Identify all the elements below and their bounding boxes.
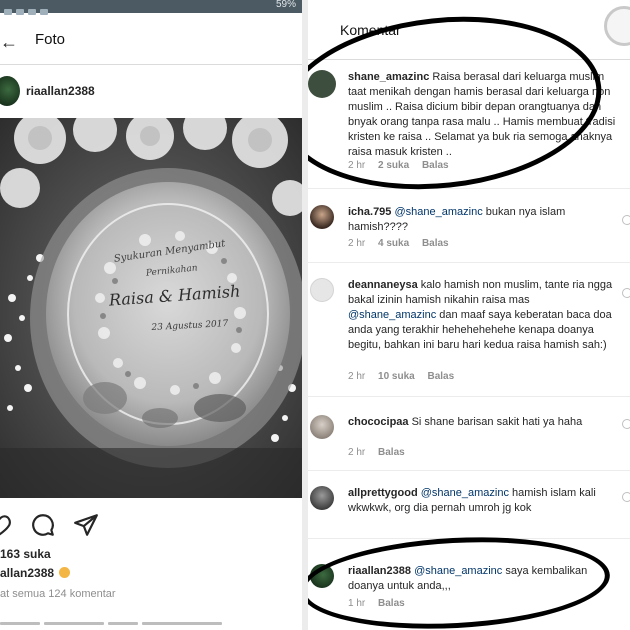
post-photo[interactable]: Syukuran Menyambut Pernikahan Raisa & Ha…	[0, 118, 302, 498]
share-icon[interactable]	[73, 512, 99, 538]
comments-header: Komentar	[308, 0, 630, 60]
reply-button[interactable]: Balas	[378, 447, 405, 458]
comment-body: Raisa berasal dari keluarga muslim taat …	[348, 71, 616, 158]
comment-meta: 2 hr 2 suka Balas	[348, 160, 459, 171]
heart-outline-icon[interactable]	[622, 419, 630, 429]
comment-likes[interactable]: 10 suka	[378, 371, 415, 382]
post-author-username[interactable]: riaallan2388	[26, 84, 95, 98]
comment-username[interactable]: riaallan2388	[348, 565, 411, 577]
status-bar: 59%	[0, 0, 302, 15]
page-title: Foto	[35, 31, 66, 48]
avatar[interactable]	[0, 76, 20, 106]
comment-item: shane_amazinc Raisa berasal dari keluarg…	[308, 70, 630, 180]
comments-screen: Komentar shane_amazinc Raisa berasal dar…	[308, 0, 630, 630]
comment-text: allprettygood @shane_amazinc hamish isla…	[348, 486, 616, 516]
reply-button[interactable]: Balas	[422, 160, 449, 171]
avatar[interactable]	[310, 564, 334, 588]
comment-time: 1 hr	[348, 598, 366, 609]
avatar[interactable]	[310, 486, 334, 510]
battery-level: 59%	[275, 0, 296, 10]
comment-separator	[308, 396, 630, 397]
comment-mention[interactable]: @shane_amazinc	[394, 206, 482, 218]
notification-icons	[4, 2, 64, 15]
comment-icon[interactable]	[30, 512, 56, 538]
comment-text: shane_amazinc Raisa berasal dari keluarg…	[348, 70, 616, 160]
heart-outline-icon[interactable]	[622, 215, 630, 225]
avatar[interactable]	[308, 70, 336, 98]
avatar[interactable]	[310, 415, 334, 439]
comment-time: 2 hr	[348, 238, 366, 249]
wedding-box-photo: Syukuran Menyambut Pernikahan Raisa & Ha…	[0, 118, 302, 498]
comment-separator	[308, 538, 630, 539]
post-screen: 59% ← Foto riaallan2388 Syukuran Menyamb…	[0, 0, 302, 630]
comment-username[interactable]: chococipaa	[348, 416, 409, 428]
comment-username[interactable]: deannaneysa	[348, 279, 418, 291]
like-count[interactable]: 163 suka	[0, 547, 51, 561]
comment-mention[interactable]: @shane_amazinc	[414, 565, 502, 577]
avatar[interactable]	[310, 278, 334, 302]
post-author-row[interactable]: riaallan2388	[0, 66, 302, 118]
comment-meta: 2 hr 10 suka Balas	[348, 371, 464, 382]
reply-button[interactable]: Balas	[378, 598, 405, 609]
view-all-comments-link[interactable]: at semua 124 komentar	[0, 588, 116, 600]
heart-outline-icon[interactable]	[622, 492, 630, 502]
reply-button[interactable]: Balas	[422, 238, 449, 249]
comment-meta: 2 hr 4 suka Balas	[348, 238, 459, 249]
comment-username[interactable]: icha.795	[348, 206, 391, 218]
comment-separator	[308, 262, 630, 263]
post-caption: allan2388	[0, 566, 71, 580]
comment-meta: 2 hr Balas	[348, 447, 415, 458]
comment-item: chococipaa Si shane barisan sakit hati y…	[308, 415, 630, 465]
comment-time: 2 hr	[348, 447, 366, 458]
comment-likes[interactable]: 2 suka	[378, 160, 409, 171]
comment-time: 2 hr	[348, 371, 366, 382]
cut-off-content	[0, 612, 302, 625]
comment-mention[interactable]: @shane_amazinc	[421, 487, 509, 499]
comment-text: icha.795 @shane_amazinc bukan nya islam …	[348, 205, 616, 235]
comment-likes[interactable]: 4 suka	[378, 238, 409, 249]
comment-text: deannaneysa kalo hamish non muslim, tant…	[348, 278, 616, 353]
comment-username[interactable]: shane_amazinc	[348, 71, 429, 83]
comment-separator	[308, 470, 630, 471]
avatar[interactable]	[310, 205, 334, 229]
comment-mention[interactable]: @shane_amazinc	[348, 309, 436, 321]
comment-item: icha.795 @shane_amazinc bukan nya islam …	[308, 205, 630, 255]
comment-time: 2 hr	[348, 160, 366, 171]
comment-body: Si shane barisan sakit hati ya haha	[411, 416, 583, 428]
post-app-bar: ← Foto	[0, 13, 302, 65]
heart-outline-icon[interactable]	[622, 288, 630, 298]
comment-separator	[308, 188, 630, 189]
comment-item: allprettygood @shane_amazinc hamish isla…	[308, 486, 630, 536]
heart-icon[interactable]	[0, 512, 12, 538]
profile-circle-icon[interactable]	[604, 6, 630, 46]
comment-username[interactable]: allprettygood	[348, 487, 418, 499]
post-actions	[0, 508, 302, 540]
comment-text: riaallan2388 @shane_amazinc saya kembali…	[348, 564, 616, 594]
emoji-icon	[59, 567, 71, 578]
back-arrow-icon[interactable]: ←	[0, 33, 18, 51]
comment-text: chococipaa Si shane barisan sakit hati y…	[348, 415, 616, 430]
comment-item: deannaneysa kalo hamish non muslim, tant…	[308, 278, 630, 388]
page-title: Komentar	[340, 22, 401, 38]
reply-button[interactable]: Balas	[428, 371, 455, 382]
caption-username[interactable]: allan2388	[0, 566, 54, 580]
comment-item: riaallan2388 @shane_amazinc saya kembali…	[308, 564, 630, 614]
comment-meta: 1 hr Balas	[348, 598, 415, 609]
